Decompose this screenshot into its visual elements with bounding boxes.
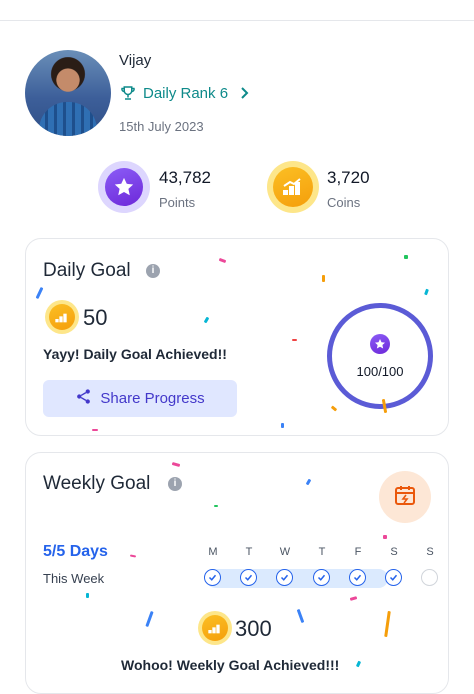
daily-rank-link[interactable]: Daily Rank 6 xyxy=(119,84,250,102)
confetti xyxy=(218,257,227,264)
coin-icon xyxy=(45,300,79,334)
confetti xyxy=(349,596,358,601)
user-name: Vijay xyxy=(119,52,152,69)
coins-value: 3,720 xyxy=(327,168,370,187)
confetti xyxy=(305,478,312,486)
daily-goal-message: Yayy! Daily Goal Achieved!! xyxy=(43,346,227,362)
confetti xyxy=(214,505,218,507)
check-icon xyxy=(317,569,326,587)
weekly-days-count: 5/5 Days xyxy=(43,543,108,560)
chevron-right-icon xyxy=(240,86,250,100)
weekly-period-label: This Week xyxy=(43,571,105,586)
confetti xyxy=(322,275,325,282)
check-icon xyxy=(280,569,289,587)
week-day-check xyxy=(204,569,221,586)
check-icon xyxy=(244,569,253,587)
points-label: Points xyxy=(159,195,196,210)
check-icon xyxy=(353,569,362,587)
star-icon xyxy=(98,161,150,213)
profile-date: 15th July 2023 xyxy=(119,119,204,134)
daily-progress-ring: 100/100 xyxy=(327,303,433,409)
check-icon xyxy=(208,569,217,587)
week-day-pending xyxy=(421,569,438,586)
top-divider xyxy=(0,20,474,21)
confetti xyxy=(424,288,429,296)
trophy-icon xyxy=(119,84,137,102)
daily-goal-title: Daily Goal xyxy=(43,260,131,281)
info-icon[interactable]: i xyxy=(146,264,160,278)
coin-icon xyxy=(267,161,319,213)
info-icon[interactable]: i xyxy=(168,477,182,491)
week-day-label: S xyxy=(390,546,398,558)
confetti xyxy=(35,286,44,300)
weekly-goal-title: Weekly Goal xyxy=(43,473,151,494)
week-day-check xyxy=(349,569,366,586)
week-day-label: T xyxy=(245,546,253,558)
confetti xyxy=(383,535,387,539)
week-day-label: S xyxy=(426,546,434,558)
calendar-icon xyxy=(393,483,417,512)
check-icon xyxy=(389,569,398,587)
confetti xyxy=(404,255,408,259)
share-progress-label: Share Progress xyxy=(100,390,205,407)
confetti xyxy=(355,660,362,668)
weekly-goal-card: Weekly Goal i 5/5 Days This Week M T W T F S S… xyxy=(25,452,449,694)
daily-progress-value: 100/100 xyxy=(356,364,404,379)
points-value: 43,782 xyxy=(159,168,211,187)
week-day-label: M xyxy=(208,546,218,558)
weekly-goal-message: Wohoo! Weekly Goal Achieved!!! xyxy=(121,657,340,673)
confetti xyxy=(203,316,210,324)
confetti xyxy=(145,610,154,628)
week-day-label: W xyxy=(279,546,291,558)
confetti xyxy=(292,339,297,341)
week-day-check xyxy=(240,569,257,586)
confetti xyxy=(296,608,305,624)
daily-rank-label: Daily Rank 6 xyxy=(143,84,229,102)
star-icon xyxy=(370,334,390,354)
daily-coins-value: 50 xyxy=(83,305,108,330)
confetti xyxy=(171,462,181,467)
share-icon xyxy=(75,388,92,409)
weekly-coins-value: 300 xyxy=(235,616,272,641)
share-progress-button[interactable]: Share Progress xyxy=(43,380,237,417)
coin-icon xyxy=(198,611,232,645)
confetti xyxy=(281,423,284,428)
week-day-check xyxy=(313,569,330,586)
confetti xyxy=(92,429,98,431)
week-day-check xyxy=(385,569,402,586)
daily-goal-card: Daily Goal i 50 Yayy! Daily Goal Achieve… xyxy=(25,238,449,436)
confetti xyxy=(86,593,89,598)
week-day-label: T xyxy=(318,546,326,558)
confetti xyxy=(330,405,338,412)
confetti xyxy=(384,610,391,638)
week-day-check xyxy=(276,569,293,586)
avatar xyxy=(25,50,111,136)
calendar-button[interactable] xyxy=(379,471,431,523)
coins-label: Coins xyxy=(327,195,361,210)
confetti xyxy=(129,554,137,558)
week-day-label: F xyxy=(354,546,362,558)
